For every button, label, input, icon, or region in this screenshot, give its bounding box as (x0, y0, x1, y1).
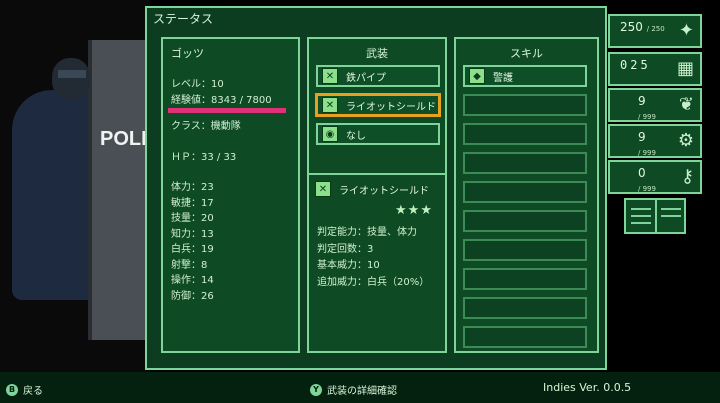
detail-line: 判定能力：技量、体力 (317, 227, 417, 238)
empty-skill-slot[interactable] (463, 239, 587, 261)
skills-panel: スキル ◆ 警護 (454, 37, 599, 353)
equip-detail-label: 武装の詳細確認 (327, 386, 397, 397)
resource-value: 250 / 250 (620, 20, 665, 34)
notebook-icon[interactable] (624, 198, 686, 234)
back-button[interactable]: B 戻る (6, 382, 43, 397)
empty-skill-slot[interactable] (463, 152, 587, 174)
sparkle-card-icon: ✦ (678, 20, 694, 41)
equip-slot-1[interactable]: ✕ 鉄パイプ (316, 65, 440, 87)
empty-skill-slot[interactable] (463, 181, 587, 203)
equip-detail-button[interactable]: Y 武装の詳細確認 (310, 382, 397, 397)
shield-lettering: POLI (100, 128, 147, 150)
stat-melee: 白兵：19 (171, 244, 214, 255)
equipment-panel: 武装 ✕ 鉄パイプ ✕ ライオットシールド ◉ なし ✕ ライオットシールド ★… (307, 37, 447, 353)
detail-line: 判定回数：3 (317, 243, 374, 255)
detail-line: 基本威力：10 (317, 260, 380, 271)
resource-value: 9/ 999 (638, 130, 656, 157)
resource-gears: 9/ 999 ⚙ (608, 124, 702, 158)
stat-vitality: 体力：23 (171, 182, 214, 193)
equip-slot-2-selected[interactable]: ✕ ライオットシールド (316, 94, 440, 116)
stat-agility: 敏捷：17 (171, 197, 214, 209)
equip-detail-title: ✕ ライオットシールド (315, 181, 429, 197)
resource-day-counter: 025 ▦ (608, 52, 702, 86)
resource-card-points: 250 / 250 ✦ (608, 14, 702, 48)
skill-slot-1[interactable]: ◆ 警護 (463, 65, 587, 87)
detail-line: 追加威力：白兵（20%） (317, 276, 430, 288)
stat-defense: 防御：26 (171, 290, 214, 302)
y-button-icon: Y (310, 383, 322, 396)
resource-fish: 9/ 999 ❦ (608, 88, 702, 122)
empty-skill-slot[interactable] (463, 123, 587, 145)
character-name: ゴッツ (171, 47, 204, 60)
equip-slot-label: 鉄パイプ (346, 72, 386, 84)
calendar-icon: ▦ (676, 58, 694, 79)
b-button-icon: B (6, 383, 18, 396)
exp-bar-fill (168, 108, 286, 113)
resource-key: 0/ 999 ⚷ (608, 160, 702, 194)
equip-slot-label: ライオットシールド (346, 101, 436, 113)
divider (309, 173, 445, 175)
eye-icon: ◉ (322, 126, 338, 142)
empty-skill-slot[interactable] (463, 268, 587, 290)
stats-list: 体力：23 敏捷：17 技量：20 知力：13 白兵：19 射撃：8 操作：14… (171, 180, 214, 304)
stat-shooting: 射撃：8 (171, 259, 208, 271)
stat-skill: 技量：20 (171, 213, 214, 224)
character-portrait: POLI (0, 0, 150, 372)
fish-icon: ❦ (678, 94, 694, 115)
class-text: クラス：機動隊 (171, 121, 241, 132)
key-icon: ⚷ (680, 166, 694, 187)
empty-skill-slot[interactable] (463, 94, 587, 116)
skills-header: スキル (510, 47, 543, 60)
equip-slot-label: なし (346, 130, 366, 142)
character-stats-panel: ゴッツ レベル：10 経験値：8343 / 7800 クラス：機動隊 ＨＰ：33… (161, 37, 300, 353)
equip-detail-lines: 判定能力：技量、体力 判定回数：3 基本威力：10 追加威力：白兵（20%） (317, 225, 429, 291)
exp-text: 経験値：8343 / 7800 (171, 95, 272, 106)
version-text: Indies Ver. 0.0.5 (543, 381, 632, 394)
guard-skill-icon: ◆ (469, 68, 485, 84)
day-counter-value: 025 (620, 58, 651, 72)
resource-value: 9/ 999 (638, 94, 656, 121)
gears-icon: ⚙ (677, 130, 694, 151)
equip-detail-name: ライオットシールド (339, 185, 429, 197)
rarity-stars: ★★★ (395, 203, 433, 218)
skill-label: 警護 (493, 72, 513, 84)
crossed-weapons-icon: ✕ (322, 97, 338, 113)
hp-text: ＨＰ：33 / 33 (171, 152, 237, 163)
crossed-weapons-icon: ✕ (322, 68, 338, 84)
stat-intellect: 知力：13 (171, 228, 214, 240)
riot-shield-art (88, 40, 150, 340)
window-title: ステータス (153, 12, 214, 26)
exp-bar-track (168, 108, 286, 113)
back-label: 戻る (23, 386, 43, 397)
bottom-bar: B 戻る Y 武装の詳細確認 Indies Ver. 0.0.5 (0, 372, 720, 403)
stat-operation: 操作：14 (171, 275, 214, 286)
equip-slot-3[interactable]: ◉ なし (316, 123, 440, 145)
empty-skill-slot[interactable] (463, 297, 587, 319)
empty-skill-slot[interactable] (463, 210, 587, 232)
equipment-header: 武装 (366, 47, 388, 60)
crossed-weapons-icon: ✕ (315, 181, 331, 197)
resource-value: 0/ 999 (638, 166, 656, 193)
empty-skill-slot[interactable] (463, 326, 587, 348)
level-text: レベル：10 (171, 79, 224, 90)
